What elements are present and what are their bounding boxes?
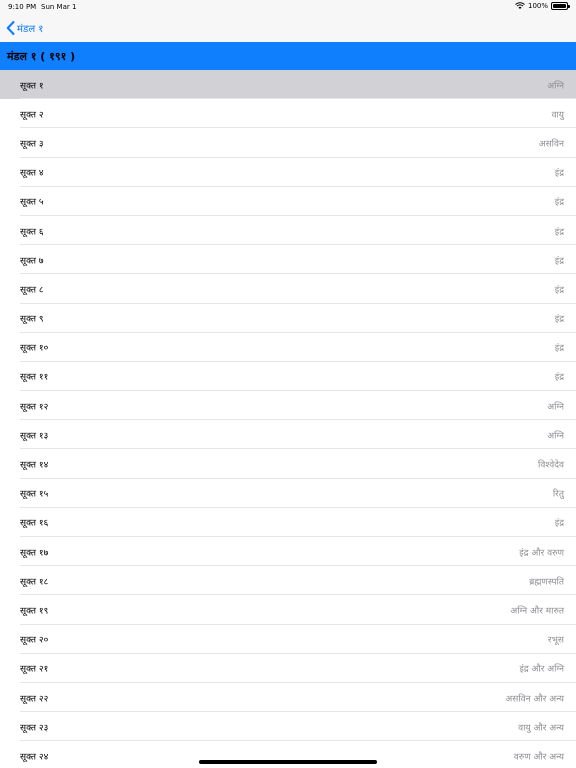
sukta-deity: अग्नि — [547, 431, 564, 442]
sukta-title: सूक्त २० — [20, 635, 49, 646]
list-item[interactable]: सूक्त १९ अग्नि और मारुत — [0, 595, 576, 625]
sukta-title: सूक्त ३ — [20, 139, 44, 150]
back-button-label: मंडल १ — [17, 24, 44, 35]
status-bar: 9:10 PM Sun Mar 1 100% — [0, 0, 576, 14]
sukta-deity: इंद्र — [554, 197, 564, 208]
list-item[interactable]: सूक्त १४ विश्वेदेव — [0, 449, 576, 479]
sukta-deity: इंद्र — [554, 168, 564, 179]
battery-percentage: 100% — [527, 2, 548, 10]
list-item[interactable]: सूक्त ५ इंद्र — [0, 187, 576, 216]
sukta-deity: ब्रह्मणस्पति — [529, 577, 564, 588]
sukta-title: सूक्त ७ — [20, 256, 44, 267]
section-header: मंडल १ ( १९१ ) — [0, 42, 576, 70]
list-item[interactable]: सूक्त १७ इंद्र और वरुण — [0, 537, 576, 567]
list-item[interactable]: सूक्त १ अग्नि — [0, 70, 576, 100]
sukta-deity: रितु — [552, 489, 564, 500]
list-item[interactable]: सूक्त ८ इंद्र — [0, 274, 576, 304]
section-title: मंडल १ ( १९१ ) — [7, 49, 76, 63]
wifi-icon — [515, 2, 525, 9]
sukta-deity: इंद्र — [554, 343, 564, 354]
list-item[interactable]: सूक्त २० रभूस — [0, 625, 576, 654]
sukta-deity: विश्वेदेव — [538, 460, 564, 471]
sukta-title: सूक्त १३ — [20, 431, 49, 442]
sukta-deity: इंद्र — [554, 518, 564, 529]
list-item[interactable]: सूक्त ९ इंद्र — [0, 304, 576, 333]
list-item[interactable]: सूक्त २३ वायु और अन्य — [0, 712, 576, 742]
list-item[interactable]: सूक्त २१ इंद्र और अग्नि — [0, 654, 576, 683]
list-item[interactable]: सूक्त १८ ब्रह्मणस्पति — [0, 566, 576, 596]
sukta-title: सूक्त १७ — [20, 548, 49, 559]
battery-icon — [551, 2, 570, 10]
sukta-title: सूक्त ९ — [20, 314, 44, 325]
sukta-deity: अग्नि — [547, 402, 564, 413]
sukta-deity: असविन और अन्य — [505, 694, 564, 705]
sukta-title: सूक्त ५ — [20, 197, 44, 208]
list-item[interactable]: सूक्त ११ इंद्र — [0, 362, 576, 392]
list-item[interactable]: सूक्त १५ रितु — [0, 479, 576, 508]
sukta-title: सूक्त २४ — [20, 752, 49, 763]
sukta-deity: असविन — [538, 139, 564, 150]
sukta-title: सूक्त १४ — [20, 460, 49, 471]
sukta-title: सूक्त १८ — [20, 577, 49, 588]
sukta-deity: इंद्र — [554, 227, 564, 238]
home-indicator — [199, 760, 377, 764]
list-item[interactable]: सूक्त १६ इंद्र — [0, 508, 576, 537]
list-item[interactable]: सूक्त १२ अग्नि — [0, 391, 576, 421]
list-item[interactable]: सूक्त २२ असविन और अन्य — [0, 683, 576, 713]
sukta-title: सूक्त २१ — [20, 664, 49, 675]
sukta-title: सूक्त १२ — [20, 402, 49, 413]
sukta-deity: रभूस — [547, 635, 564, 646]
status-time: 9:10 PM — [8, 3, 37, 11]
status-right: 100% — [515, 2, 570, 10]
sukta-title: सूक्त २३ — [20, 723, 49, 734]
list-item[interactable]: सूक्त २ वायु — [0, 99, 576, 129]
chevron-left-icon — [6, 21, 15, 35]
sukta-title: सूक्त १ — [20, 81, 44, 92]
sukta-deity: इंद्र — [554, 314, 564, 325]
list-item[interactable]: सूक्त १० इंद्र — [0, 333, 576, 362]
list-item[interactable]: सूक्त ७ इंद्र — [0, 245, 576, 275]
sukta-title: सूक्त १५ — [20, 489, 49, 500]
sukta-title: सूक्त २२ — [20, 694, 49, 705]
sukta-deity: वायु और अन्य — [518, 723, 564, 734]
sukta-deity: वरुण और अन्य — [513, 752, 564, 763]
sukta-deity: इंद्र — [554, 372, 564, 383]
back-button[interactable]: मंडल १ — [6, 19, 44, 37]
status-date: Sun Mar 1 — [41, 3, 77, 11]
sukta-deity: इंद्र — [554, 285, 564, 296]
sukta-deity: वायु — [551, 110, 564, 121]
navigation-bar: मंडल १ — [0, 14, 576, 42]
sukta-deity: इंद्र और अग्नि — [519, 664, 564, 675]
sukta-title: सूक्त ६ — [20, 227, 44, 238]
sukta-list[interactable]: सूक्त १ अग्नि सूक्त २ वायु सूक्त ३ असविन सूक्त… — [0, 70, 576, 768]
sukta-title: सूक्त ११ — [20, 372, 49, 383]
sukta-title: सूक्त १० — [20, 343, 49, 354]
sukta-deity: अग्नि — [547, 81, 564, 92]
sukta-title: सूक्त २ — [20, 110, 44, 121]
list-item[interactable]: सूक्त १३ अग्नि — [0, 420, 576, 450]
sukta-deity: इंद्र — [554, 256, 564, 267]
sukta-deity: अग्नि और मारुत — [510, 606, 564, 617]
list-item[interactable]: सूक्त ३ असविन — [0, 128, 576, 158]
sukta-title: सूक्त ४ — [20, 168, 44, 179]
sukta-title: सूक्त १६ — [20, 518, 49, 529]
list-item[interactable]: सूक्त ६ इंद्र — [0, 216, 576, 246]
list-item[interactable]: सूक्त ४ इंद्र — [0, 158, 576, 187]
sukta-title: सूक्त १९ — [20, 606, 49, 617]
sukta-deity: इंद्र और वरुण — [519, 548, 564, 559]
sukta-title: सूक्त ८ — [20, 285, 44, 296]
